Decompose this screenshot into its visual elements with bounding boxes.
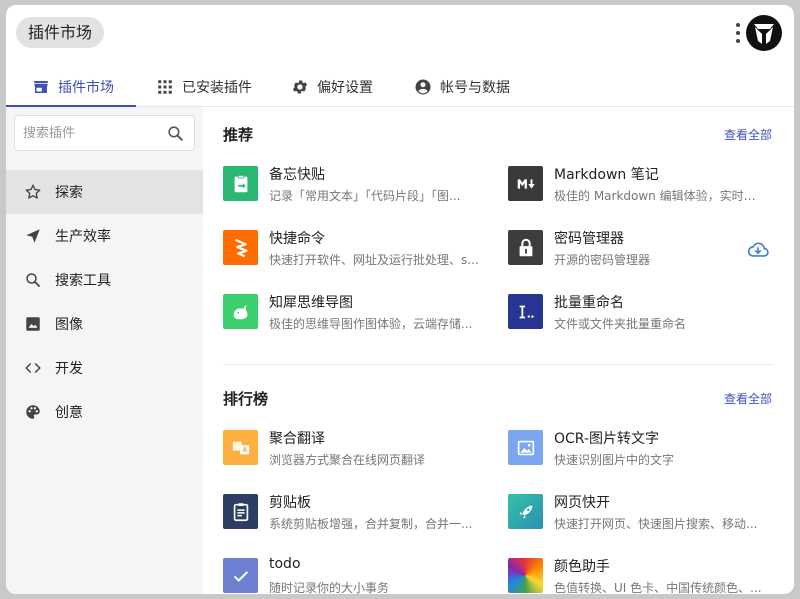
sidebar-item-search-tools[interactable]: 搜索工具 — [6, 258, 203, 302]
sidebar-item-productivity[interactable]: 生产效率 — [6, 214, 203, 258]
clipboard-icon — [223, 494, 258, 529]
apps-grid-icon — [158, 80, 172, 94]
plugin-card[interactable]: 密码管理器 开源的密码管理器 — [508, 228, 778, 272]
plugin-card[interactable]: 批量重命名 文件或文件夹批量重命名 — [508, 292, 778, 336]
sidebar-item-dev[interactable]: 开发 — [6, 346, 203, 390]
lock-icon — [508, 230, 543, 265]
plugin-name: 网页快开 — [554, 495, 610, 511]
search-icon — [26, 273, 40, 287]
plugin-desc: 极佳的 Markdown 编辑体验，实时预... — [554, 189, 764, 203]
code-icon — [25, 362, 41, 374]
search-input[interactable] — [23, 123, 158, 143]
plugin-name: 批量重命名 — [554, 295, 624, 311]
plugin-card[interactable]: 备忘快贴 记录「常用文本」「代码片段」「图... — [223, 164, 493, 208]
plugin-card[interactable]: 快捷命令 快速打开软件、网址及运行批处理、s... — [223, 228, 493, 272]
sidebar-item-label: 搜索工具 — [55, 273, 111, 289]
plugin-desc: 记录「常用文本」「代码片段」「图... — [269, 189, 461, 203]
tab-label: 帐号与数据 — [440, 80, 510, 96]
sidebar-item-label: 创意 — [55, 405, 83, 421]
plugin-card[interactable]: todo 随时记录你的大小事务 — [223, 556, 493, 594]
plugin-desc: 快速打开软件、网址及运行批处理、s... — [269, 253, 479, 267]
markdown-icon — [508, 166, 543, 201]
plugin-name: 快捷命令 — [269, 231, 325, 247]
plugin-name: OCR-图片转文字 — [554, 431, 660, 447]
cloud-download-icon[interactable] — [747, 239, 769, 261]
tab-label: 偏好设置 — [317, 80, 373, 96]
section-title-ranking: 排行榜 — [223, 390, 269, 408]
plugin-name: 颜色助手 — [554, 559, 610, 575]
account-icon — [415, 79, 431, 95]
translate-icon — [223, 430, 258, 465]
plugin-desc: 极佳的思维导图作图体验，云端存储... — [269, 317, 473, 331]
clipboard-paste-icon — [223, 166, 258, 201]
sidebar-item-image[interactable]: 图像 — [6, 302, 203, 346]
plugin-desc: 随时记录你的大小事务 — [269, 581, 390, 594]
rocket-icon — [508, 494, 543, 529]
sidebar-item-label: 图像 — [55, 317, 83, 333]
image-icon — [26, 317, 40, 331]
plugin-desc: 文件或文件夹批量重命名 — [554, 317, 687, 331]
app-logo-icon[interactable] — [746, 15, 782, 51]
ocr-image-icon — [508, 430, 543, 465]
gear-icon — [292, 80, 308, 94]
section-title-recommended: 推荐 — [223, 126, 254, 144]
app-title: 插件市场 — [16, 17, 105, 48]
plugin-card[interactable]: OCR-图片转文字 快速识别图片中的文字 — [508, 428, 778, 472]
title-bar: 插件市场 — [6, 5, 794, 61]
sidebar-item-label: 生产效率 — [55, 229, 111, 245]
tab-account-data[interactable]: 帐号与数据 — [414, 67, 510, 107]
plugin-name: Markdown 笔记 — [554, 167, 659, 183]
plugin-desc: 浏览器方式聚合在线网页翻译 — [269, 453, 426, 467]
more-options-button[interactable] — [733, 21, 743, 45]
plugin-card[interactable]: Markdown 笔记 极佳的 Markdown 编辑体验，实时预... — [508, 164, 778, 208]
plugin-name: todo — [269, 556, 301, 572]
lightning-icon — [223, 230, 258, 265]
plugin-desc: 快速识别图片中的文字 — [554, 453, 675, 467]
plugin-card[interactable]: 聚合翻译 浏览器方式聚合在线网页翻译 — [223, 428, 493, 472]
plugin-desc: 快速打开网页、快速图片搜索、移动... — [554, 517, 758, 531]
star-outline-icon — [25, 184, 41, 199]
palette-icon — [26, 405, 40, 419]
plugin-card[interactable]: 网页快开 快速打开网页、快速图片搜索、移动... — [508, 492, 778, 536]
tab-preferences[interactable]: 偏好设置 — [291, 67, 373, 107]
check-icon — [223, 558, 258, 593]
app-window: 插件市场 插件市场 已安装插件 偏好设置 帐号与数据 搜索插件 探索 生产效率 … — [6, 5, 794, 594]
plugin-name: 知犀思维导图 — [269, 295, 353, 311]
plugin-name: 备忘快贴 — [269, 167, 325, 183]
tab-label: 插件市场 — [58, 80, 114, 96]
view-all-ranking-link[interactable]: 查看全部 — [724, 390, 772, 407]
section-divider — [223, 364, 773, 365]
plugin-card[interactable]: 剪贴板 系统剪贴板增强，合并复制，合并一... — [223, 492, 493, 536]
tab-installed[interactable]: 已安装插件 — [156, 67, 252, 107]
top-tabs: 插件市场 已安装插件 偏好设置 帐号与数据 — [6, 67, 794, 107]
sidebar-item-label: 探索 — [55, 185, 83, 201]
plugin-desc: 系统剪贴板增强，合并复制，合并一... — [269, 517, 473, 531]
sidebar-item-explore[interactable]: 探索 — [6, 170, 203, 214]
sidebar-item-creative[interactable]: 创意 — [6, 390, 203, 434]
plugin-desc: 色值转换、UI 色卡、中国传统颜色、... — [554, 581, 762, 594]
tab-plugin-market[interactable]: 插件市场 — [32, 67, 114, 107]
store-icon — [34, 81, 48, 93]
send-icon — [26, 229, 40, 243]
plugin-card[interactable]: 颜色助手 色值转换、UI 色卡、中国传统颜色、... — [508, 556, 778, 594]
plugin-card[interactable]: 知犀思维导图 极佳的思维导图作图体验，云端存储... — [223, 292, 493, 336]
sidebar: 探索 生产效率 搜索工具 图像 开发 创意 — [6, 107, 203, 594]
plugin-name: 剪贴板 — [269, 495, 311, 511]
plugin-name: 密码管理器 — [554, 231, 624, 247]
main-content: 推荐 查看全部 备忘快贴 记录「常用文本」「代码片段」「图... Markdow… — [203, 107, 794, 594]
color-wheel-icon — [508, 558, 543, 593]
view-all-recommended-link[interactable]: 查看全部 — [724, 126, 772, 143]
tab-label: 已安装插件 — [182, 80, 252, 96]
plugin-name: 聚合翻译 — [269, 431, 325, 447]
sidebar-item-label: 开发 — [55, 361, 83, 377]
rhino-icon — [223, 294, 258, 329]
plugin-desc: 开源的密码管理器 — [554, 253, 651, 267]
search-icon[interactable] — [166, 124, 185, 143]
rename-icon — [508, 294, 543, 329]
search-box — [14, 115, 195, 151]
